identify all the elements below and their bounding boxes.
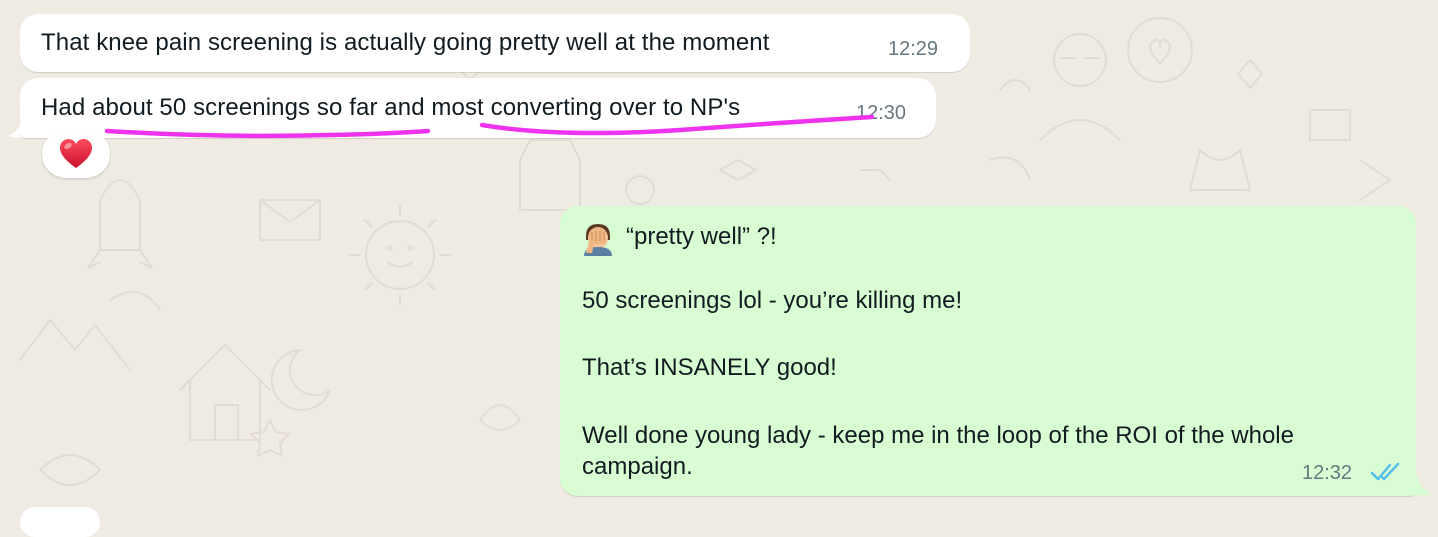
message-line: Well done young lady - keep me in the lo… [582,422,1294,449]
message-line: 50 screenings lol - you’re killing me! [582,287,963,314]
incoming-message-bubble[interactable]: That knee pain screening is actually goi… [20,14,970,72]
red-heart-emoji [60,139,92,168]
message-text: Had about 50 screenings so far and most … [41,94,741,121]
message-timestamp: 12:29 [888,38,939,60]
bubble-tail [1404,470,1432,496]
incoming-message-bubble[interactable]: Had about 50 screenings so far and most … [20,78,936,138]
outgoing-message-bubble[interactable]: “pretty well” ?! 50 screenings lol - you… [560,206,1416,496]
message-reaction[interactable] [42,130,110,178]
face-palm-emoji [584,224,612,256]
partial-message-bubble [20,507,100,537]
message-line: That’s INSANELY good! [582,354,837,381]
message-text: That knee pain screening is actually goi… [41,29,770,56]
message-line: campaign. [582,453,693,480]
message-timestamp: 12:32 [1302,462,1353,484]
chat-conversation: That knee pain screening is actually goi… [0,0,1438,537]
message-timestamp: 12:30 [856,102,907,124]
message-line: “pretty well” ?! [626,223,777,250]
double-check-read-icon [1370,462,1400,481]
